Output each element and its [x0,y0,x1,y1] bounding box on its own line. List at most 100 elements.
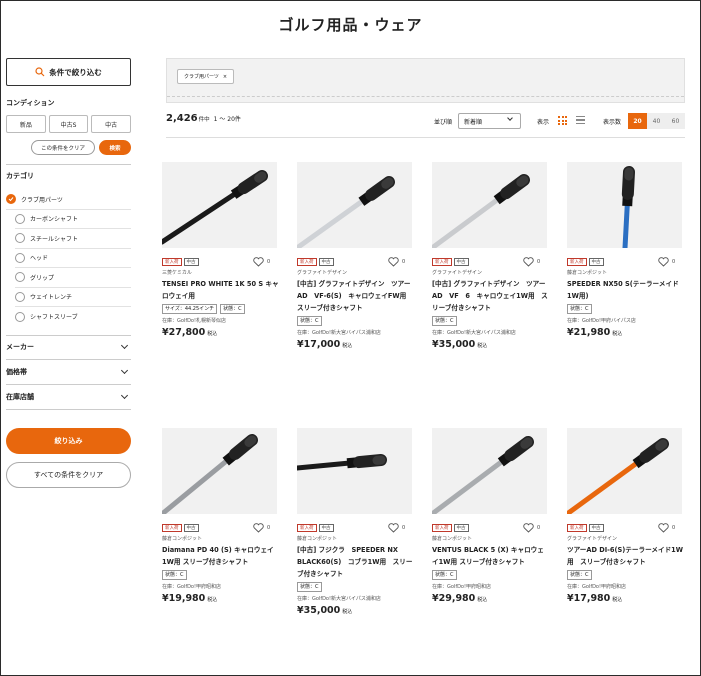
favorite-button[interactable]: 0 [523,256,549,268]
category-item-shaft-sleeve[interactable]: シャフトスリーブ [15,307,131,327]
product-maker: 三菱ケミカル [162,270,192,276]
product-name[interactable]: TENSEI PRO WHITE 1K 50 S キャロウェイ用 [162,278,279,302]
product-name[interactable]: [中古] グラファイトデザイン ツアーAD VF 6 キャロウェイ1W用 スリー… [432,278,549,314]
favorite-count: 0 [672,524,676,531]
results-toolbar: 2,426 件中 1 〜 20件 並び順 新着順 表示 表示数 20 40 60 [166,113,685,129]
product-image[interactable] [432,162,547,248]
product-tags: 状態：C [432,570,549,580]
favorite-count: 0 [672,258,676,265]
page-title: ゴルフ用品・ウェア [278,16,423,34]
category-item-head[interactable]: ヘッド [15,249,131,268]
chevron-down-icon [120,391,129,399]
product-image[interactable] [297,162,412,248]
product-image[interactable] [162,162,277,248]
product-price: ¥29,980 税込 [432,593,549,604]
clear-condition-button[interactable]: この条件をクリア [31,140,95,155]
product-tags: サイズ：44.25インチ 状態：C [162,304,279,314]
product-name[interactable]: VENTUS BLACK 5 (X) キャロウェイ1W用 スリーブ付きシャフト [432,544,549,568]
product-badges: 新入荷 中古 0 [162,522,279,534]
product-image[interactable] [297,428,412,514]
product-stock: 在庫：GolfDo!甲府昭和店 [162,584,221,590]
category-heading: カテゴリ [6,172,34,180]
product-card[interactable]: 新入荷 中古 0 グラファイトデザイン [中古] グラファイトデザイン ツアーAD… [297,162,414,350]
favorite-button[interactable]: 0 [658,256,684,268]
condition-heading: コンディション [6,99,55,107]
filter-conditions-button[interactable]: 条件で絞り込む [6,58,131,86]
radio-icon [15,272,25,283]
close-icon[interactable]: × [223,74,227,80]
result-count: 2,426 件中 1 〜 20件 [166,113,241,124]
product-card[interactable]: 新入荷 中古 0 藤倉コンポジット SPEEDER NX50 S(テーラーメイド1… [567,162,684,338]
grid-view-icon[interactable] [558,116,567,125]
product-name[interactable]: SPEEDER NX50 S(テーラーメイド1W用) [567,278,684,302]
category-item-carbon-shaft[interactable]: カーボンシャフト [15,210,131,229]
product-image[interactable] [432,428,547,514]
per-page-option-40[interactable]: 40 [647,113,666,129]
product-maker: 藤倉コンポジット [297,536,338,542]
product-image[interactable] [162,428,277,514]
status-badge: 新入荷 [432,523,452,532]
product-price-tax: 税込 [207,597,218,603]
product-card[interactable]: 新入荷 中古 0 グラファイトデザイン ツアーAD DI-6(S)テーラーメイド1… [567,428,684,604]
product-card[interactable]: 新入荷 中古 0 グラファイトデザイン [中古] グラファイトデザイン ツアーAD… [432,162,549,350]
favorite-button[interactable]: 0 [388,522,414,534]
status-badge: 新入荷 [567,523,587,532]
product-price: ¥19,980 税込 [162,593,279,604]
product-name[interactable]: ツアーAD DI-6(S)テーラーメイド1W用 スリーブ付きシャフト [567,544,684,568]
favorite-button[interactable]: 0 [253,522,279,534]
product-price-amount: ¥27,800 [162,327,206,338]
product-name[interactable]: [中古] グラファイトデザイン ツアーAD VF-6(S) キャロウェイFW用 … [297,278,414,314]
product-tags: 状態：C [297,582,414,592]
search-icon [35,67,45,77]
product-image[interactable] [567,162,682,248]
product-card[interactable]: 新入荷 中古 0 三菱ケミカル TENSEI PRO WHITE 1K 50 S … [162,162,279,338]
list-view-icon[interactable] [576,116,585,125]
condition-options: 新品 中古S 中古 [6,115,132,133]
product-badges: 新入荷 中古 0 [432,522,549,534]
radio-icon [15,213,25,224]
radio-icon [15,252,25,263]
product-tag: 状態：C [432,316,457,326]
product-card[interactable]: 新入荷 中古 0 藤倉コンポジット VENTUS BLACK 5 (X) キャロウ… [432,428,549,604]
status-badge: 新入荷 [162,257,182,266]
search-button[interactable]: 検索 [99,140,131,155]
category-item-grip[interactable]: グリップ [15,268,131,288]
accordion-stock-store[interactable]: 在庫店舗 [6,385,131,410]
condition-option-new[interactable]: 新品 [6,115,46,133]
product-price: ¥17,000 税込 [297,339,414,350]
product-image[interactable] [567,428,682,514]
accordion-price-range[interactable]: 価格帯 [6,360,131,385]
condition-option-used[interactable]: 中古 [91,115,132,133]
favorite-button[interactable]: 0 [388,256,414,268]
favorite-button[interactable]: 0 [253,256,279,268]
accordion-maker[interactable]: メーカー [6,334,131,360]
status-badge: 中古 [318,523,334,532]
product-name[interactable]: [中古] フジクラ SPEEDER NX BLACK60(S) コブラ1W用 ス… [297,544,414,580]
apply-filter-button[interactable]: 絞り込み [6,427,131,454]
result-range: 1 〜 20件 [213,116,241,123]
filter-chip[interactable]: クラブ用パーツ × [177,69,235,84]
accordion-label: メーカー [6,343,34,351]
product-name[interactable]: Diamana PD 40 (S) キャロウェイ1W用 スリーブ付きシャフト [162,544,279,568]
heart-icon [253,522,264,533]
per-page-option-60[interactable]: 60 [666,113,685,129]
result-count-unit: 件中 [198,117,210,123]
status-badge: 中古 [183,257,199,266]
product-card[interactable]: 新入荷 中古 0 藤倉コンポジット [中古] フジクラ SPEEDER NX BL… [297,428,414,616]
product-price-amount: ¥21,980 [567,327,611,338]
category-item-weight-wrench[interactable]: ウェイトレンチ [15,288,131,307]
per-page-option-20[interactable]: 20 [628,113,647,129]
product-price-amount: ¥29,980 [432,593,476,604]
favorite-button[interactable]: 0 [523,522,549,534]
condition-option-used-s[interactable]: 中古S [48,115,89,133]
category-item-club-parts[interactable]: クラブ用パーツ [6,190,131,210]
product-badges: 新入荷 中古 0 [297,522,414,534]
sort-select[interactable]: 新着順 [458,113,521,129]
display-label: 表示 [537,119,550,126]
status-badge: 中古 [588,257,604,266]
clear-all-button[interactable]: すべての条件をクリア [6,461,131,488]
category-item-steel-shaft[interactable]: スチールシャフト [15,229,131,249]
favorite-button[interactable]: 0 [658,522,684,534]
product-price-amount: ¥35,000 [432,339,476,350]
product-card[interactable]: 新入荷 中古 0 藤倉コンポジット Diamana PD 40 (S) キャロウェ… [162,428,279,604]
